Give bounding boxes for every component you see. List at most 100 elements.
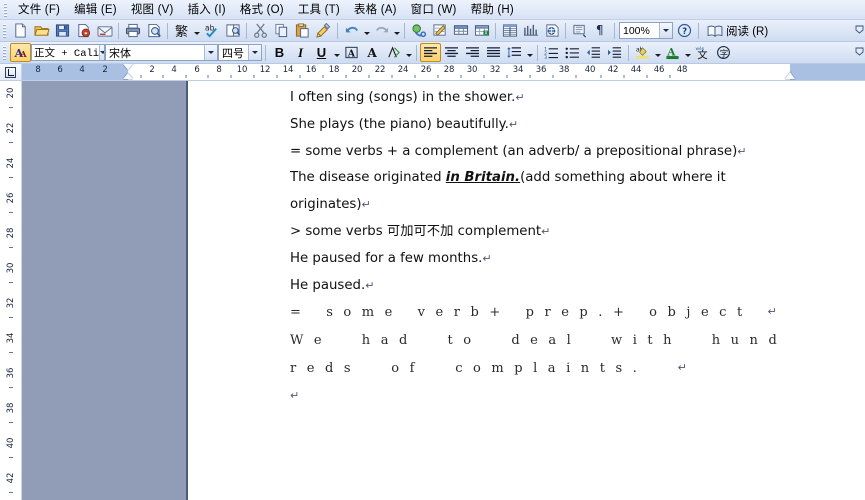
insert-hyperlink-icon[interactable] [408, 21, 429, 40]
paragraph-formula-line[interactable]: = s o m e v e r b + p r e p . + o b j e … [290, 305, 780, 320]
insert-excel-sheet-icon[interactable]: X [471, 21, 492, 40]
tables-and-borders-icon[interactable] [429, 21, 450, 40]
highlight-icon[interactable]: ab [632, 43, 653, 62]
font-size-combo[interactable]: 四号 [218, 44, 262, 61]
document-map-icon[interactable] [541, 21, 562, 40]
font-color-dropdown-icon[interactable] [683, 43, 692, 62]
menu-help[interactable]: 帮助 (H) [464, 0, 521, 20]
italic-button[interactable]: I [290, 43, 311, 62]
copy-icon[interactable] [271, 21, 292, 40]
cut-icon[interactable] [250, 21, 271, 40]
format-painter-icon[interactable] [313, 21, 334, 40]
menu-insert[interactable]: 插入 (I) [181, 0, 233, 20]
menu-window[interactable]: 窗口 (W) [404, 0, 464, 20]
paragraph[interactable]: originates)↵ [290, 198, 805, 211]
paragraph-mixed-cjk[interactable]: > some verbs 可加可不加 complement↵ [290, 225, 805, 238]
zoom-combo[interactable]: 100% [619, 22, 673, 39]
grow-font-icon[interactable]: A [362, 43, 383, 62]
menu-bar-grip[interactable] [4, 2, 8, 17]
pilcrow-toggle-icon[interactable]: ¶ [590, 21, 611, 40]
numbered-list-icon[interactable]: 1 2 3 [541, 43, 562, 62]
paragraph[interactable]: = some verbs + a complement (an adverb/ … [290, 144, 805, 158]
increase-indent-icon[interactable] [604, 43, 625, 62]
menu-edit[interactable]: 编辑 (E) [67, 0, 124, 20]
zoom-dropdown-icon[interactable] [659, 23, 672, 38]
paste-icon[interactable] [292, 21, 313, 40]
paragraph-justified-disease[interactable]: The disease originated in Britain.(add s… [290, 171, 805, 184]
first-line-indent-marker[interactable] [123, 64, 133, 70]
paragraph[interactable]: She plays (the piano) beautifully.↵ [290, 118, 805, 131]
decrease-indent-icon[interactable] [583, 43, 604, 62]
undo-dropdown-icon[interactable] [362, 21, 371, 40]
align-center-icon[interactable] [441, 43, 462, 62]
bulleted-list-icon[interactable] [562, 43, 583, 62]
hanging-indent-marker[interactable] [123, 73, 133, 79]
redo-icon[interactable] [371, 21, 392, 40]
paragraph-example-line-2[interactable]: r e d s o f c o m p l a i n t s . ↵ [290, 361, 690, 376]
align-right-icon[interactable] [462, 43, 483, 62]
horizontal-ruler-track[interactable]: 8 6 4 2 2 4 6 8 10 12 14 16 18 20 22 24 … [22, 64, 865, 80]
font-color-icon[interactable]: A [662, 43, 683, 62]
horizontal-ruler[interactable]: 8 6 4 2 2 4 6 8 10 12 14 16 18 20 22 24 … [0, 64, 865, 81]
print-preview-icon[interactable] [143, 21, 164, 40]
character-shading-dropdown-icon[interactable] [404, 43, 413, 62]
help-icon[interactable]: ? [674, 21, 695, 40]
new-document-icon[interactable] [10, 21, 31, 40]
enclose-character-icon[interactable]: 字 [713, 43, 734, 62]
font-dropdown-icon[interactable] [204, 45, 217, 60]
document-page[interactable]: I often sing (songs) in the shower.↵ She… [190, 81, 865, 500]
bold-button[interactable]: B [269, 43, 290, 62]
right-indent-marker[interactable] [785, 72, 795, 79]
research-icon[interactable] [222, 21, 243, 40]
underline-button[interactable]: U [311, 43, 332, 62]
paragraph[interactable]: I often sing (songs) in the shower.↵ [290, 91, 805, 104]
menu-view[interactable]: 视图 (V) [124, 0, 181, 20]
menu-format[interactable]: 格式 (O) [233, 0, 291, 20]
open-folder-icon[interactable] [31, 21, 52, 40]
character-shading-icon[interactable] [383, 43, 404, 62]
formatting-toolbar-grip[interactable] [3, 45, 7, 60]
menu-table[interactable]: 表格 (A) [347, 0, 404, 20]
undo-icon[interactable] [341, 21, 362, 40]
justify-icon[interactable] [483, 43, 504, 62]
show-hide-marks-icon[interactable] [569, 21, 590, 40]
styles-and-formatting-icon[interactable]: A A [10, 43, 31, 62]
line-spacing-icon[interactable] [504, 43, 525, 62]
ruler-number: 6 [194, 65, 200, 75]
reading-layout-button[interactable]: 阅读 (R) [702, 21, 773, 41]
phonetic-guide-icon[interactable]: wén 文 [692, 43, 713, 62]
save-icon[interactable] [52, 21, 73, 40]
tab-stop-selector[interactable] [0, 64, 22, 80]
traditional-chinese-icon[interactable]: 繁 [171, 21, 192, 40]
menu-file[interactable]: 文件 (F) [11, 0, 67, 20]
font-size-dropdown-icon[interactable] [248, 45, 261, 60]
underline-dropdown-icon[interactable] [332, 43, 341, 62]
standard-toolbar-grip[interactable] [3, 23, 7, 38]
paragraph-example-line-1[interactable]: W e h a d t o d e a l w i t h h u n d [290, 333, 780, 348]
paragraph-empty[interactable]: ↵ [290, 389, 805, 402]
document-workspace[interactable]: I often sing (songs) in the shower.↵ She… [22, 81, 865, 500]
toolbar-overflow-icon[interactable] [854, 22, 865, 40]
insert-table-icon[interactable] [450, 21, 471, 40]
redo-dropdown-icon[interactable] [392, 21, 401, 40]
email-icon[interactable] [94, 21, 115, 40]
print-icon[interactable] [122, 21, 143, 40]
permission-icon[interactable] [73, 21, 94, 40]
line-spacing-dropdown-icon[interactable] [525, 43, 534, 62]
paragraph[interactable]: He paused.↵ [290, 278, 805, 292]
style-combo[interactable]: 正文 + Cali [31, 44, 105, 61]
ruler-number: 20 [351, 65, 363, 75]
font-combo[interactable]: 宋体 [105, 44, 218, 61]
spelling-check-icon[interactable]: ab [201, 21, 222, 40]
traditional-chinese-dropdown-icon[interactable] [192, 21, 201, 40]
example-token: w i t h [611, 333, 675, 349]
character-border-icon[interactable]: A [341, 43, 362, 62]
paragraph[interactable]: He paused for a few months.↵ [290, 252, 805, 265]
highlight-dropdown-icon[interactable] [653, 43, 662, 62]
align-left-icon[interactable] [420, 43, 441, 62]
columns-icon[interactable] [499, 21, 520, 40]
drawing-icon[interactable] [520, 21, 541, 40]
vertical-ruler[interactable]: 20 22 24 26 28 30 32 34 36 38 40 42 [0, 81, 22, 500]
formatting-toolbar-overflow-icon[interactable] [854, 44, 865, 62]
menu-tools[interactable]: 工具 (T) [291, 0, 347, 20]
